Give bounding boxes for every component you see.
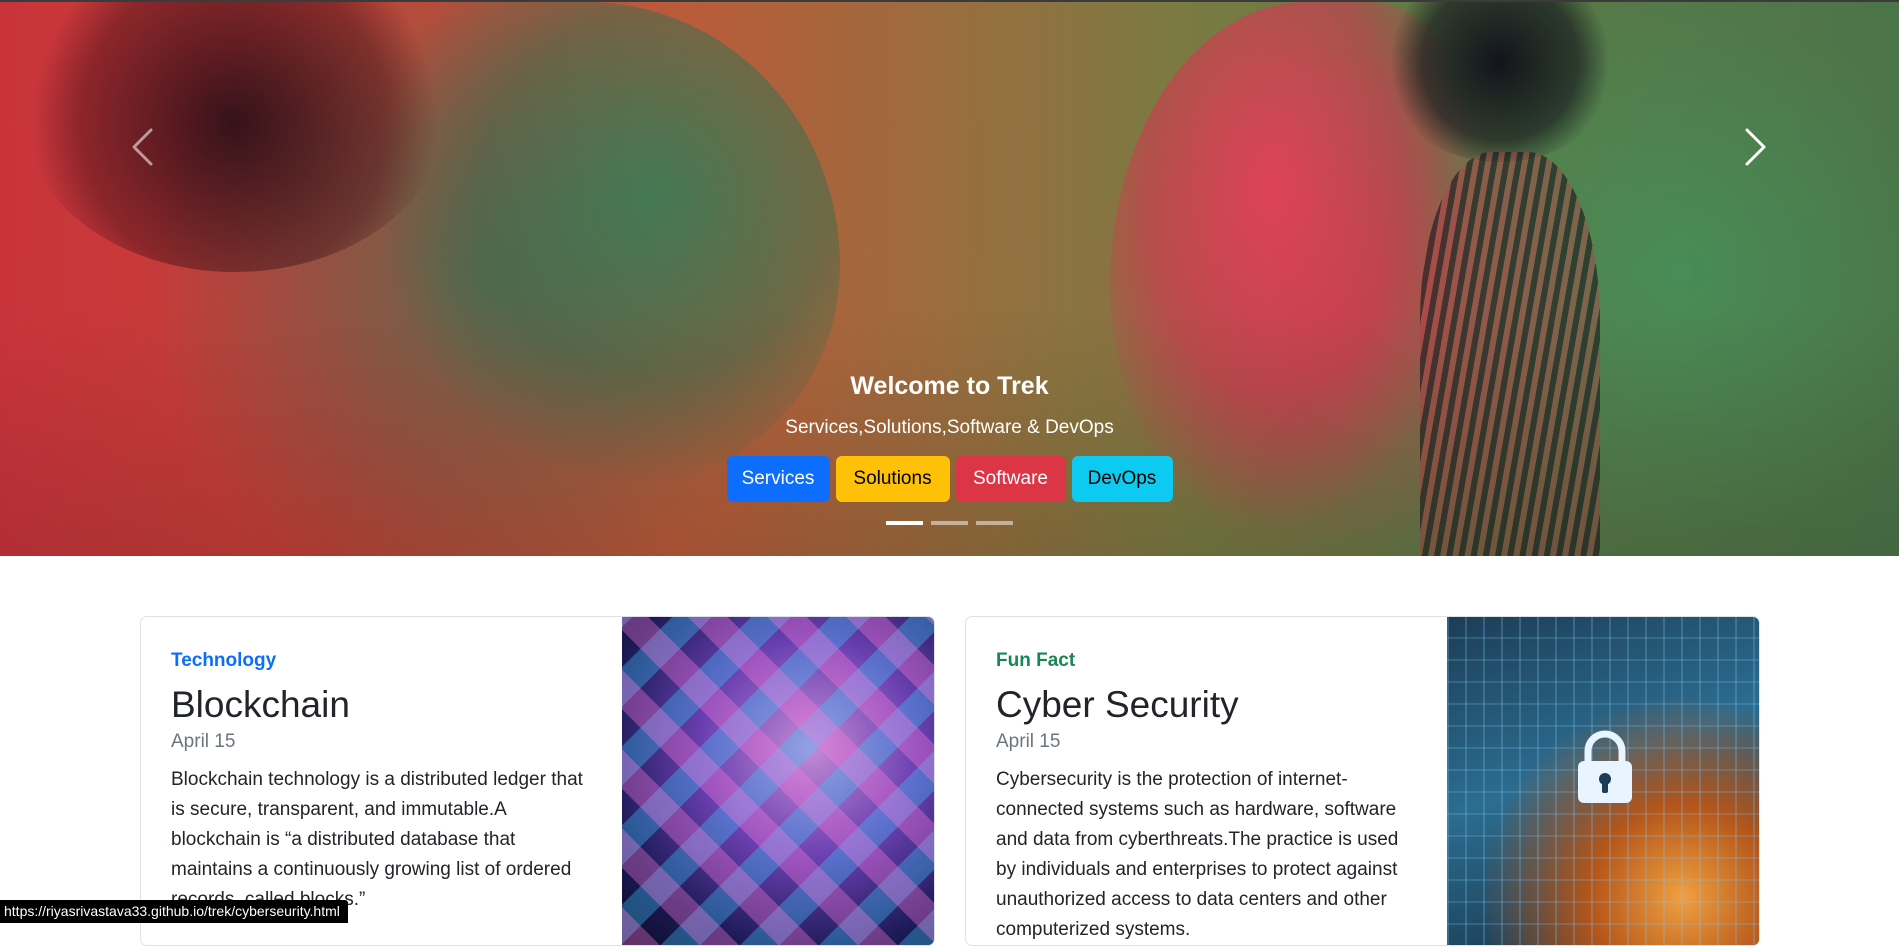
card-text: Cybersecurity is the protection of inter… bbox=[996, 769, 1399, 940]
cyber-security-image bbox=[1447, 617, 1759, 945]
card-body: Technology Blockchain April 15 Blockchai… bbox=[171, 649, 591, 915]
chevron-right-icon bbox=[1745, 128, 1766, 166]
hero-title: Welcome to Trek bbox=[850, 372, 1049, 400]
blockchain-image bbox=[622, 617, 934, 945]
carousel-indicator-1[interactable] bbox=[886, 521, 923, 525]
link-preview-status-bar: https://riyasrivastava33.github.io/trek/… bbox=[0, 900, 348, 923]
cyber-security-card: Fun Fact Cyber Security April 15 Cyberse… bbox=[965, 616, 1760, 946]
card-title: Cyber Security bbox=[996, 684, 1239, 725]
carousel-indicators bbox=[0, 521, 1899, 525]
card-title: Blockchain bbox=[171, 684, 350, 725]
padlock-icon bbox=[1578, 730, 1632, 803]
hero-button-group: Services Solutions Software DevOps bbox=[0, 456, 1899, 502]
solutions-button[interactable]: Solutions bbox=[835, 456, 950, 502]
hero-carousel: Welcome to Trek Services,Solutions,Softw… bbox=[0, 2, 1899, 556]
hero-subtitle: Services,Solutions,Software & DevOps bbox=[785, 417, 1114, 438]
carousel-next-button[interactable] bbox=[1726, 112, 1786, 182]
chevron-left-icon bbox=[132, 128, 153, 166]
card-body: Fun Fact Cyber Security April 15 Cyberse… bbox=[996, 649, 1416, 945]
card-date: April 15 bbox=[996, 731, 1061, 752]
carousel-indicator-3[interactable] bbox=[976, 521, 1013, 525]
carousel-prev-button[interactable] bbox=[112, 112, 172, 182]
carousel-indicator-2[interactable] bbox=[931, 521, 968, 525]
card-category: Technology bbox=[171, 650, 277, 671]
card-date: April 15 bbox=[171, 731, 236, 752]
blockchain-card: Technology Blockchain April 15 Blockchai… bbox=[140, 616, 935, 946]
services-button[interactable]: Services bbox=[726, 456, 830, 502]
card-category: Fun Fact bbox=[996, 650, 1076, 671]
devops-button[interactable]: DevOps bbox=[1071, 456, 1173, 502]
carousel-caption: Welcome to Trek Services,Solutions,Softw… bbox=[0, 364, 1899, 502]
card-text: Blockchain technology is a distributed l… bbox=[171, 769, 583, 910]
software-button[interactable]: Software bbox=[955, 456, 1066, 502]
